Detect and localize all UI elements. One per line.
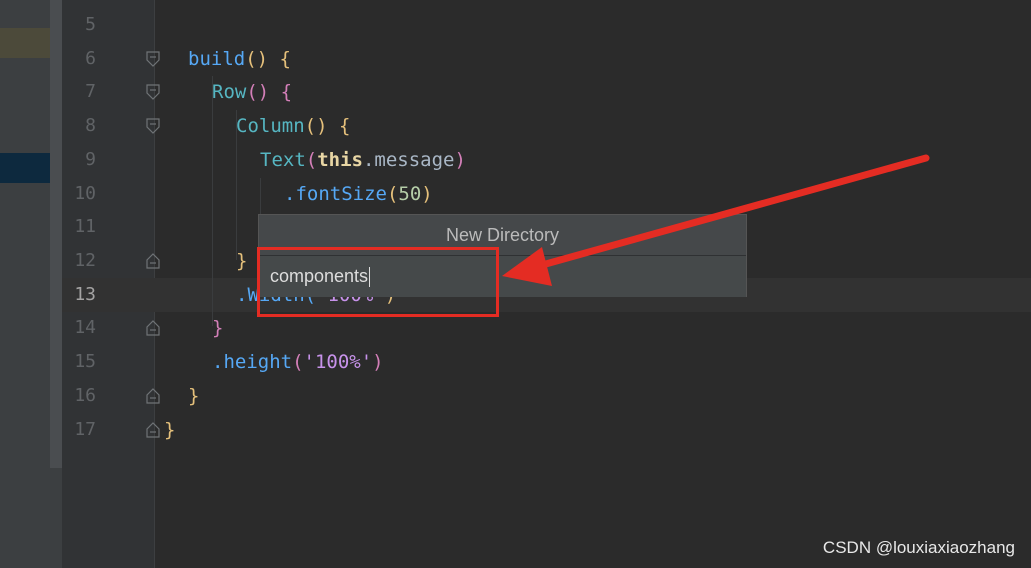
watermark: CSDN @louxiaxiaozhang	[822, 538, 1015, 557]
annotation-arrow-icon	[502, 154, 930, 286]
